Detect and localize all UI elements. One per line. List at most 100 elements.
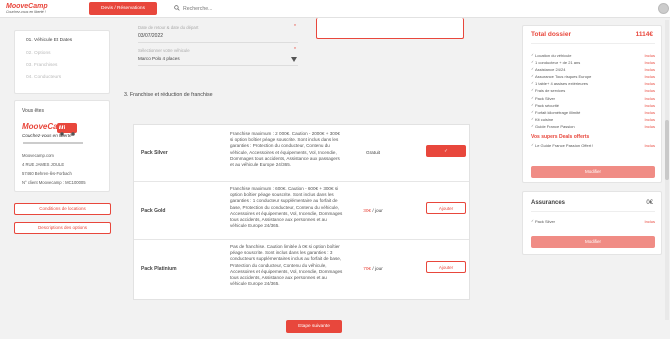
agency-client-number: N° client Moovecamp : MC100005 — [22, 180, 86, 185]
step-franchises[interactable]: 03. Franchises — [26, 63, 57, 68]
check-icon: ✓ — [531, 117, 534, 121]
pack-description: Pas de franchise. Caution limitée à 0€ s… — [230, 244, 343, 287]
assurance-line: ✓ Pack Silver Inclus — [531, 219, 655, 225]
modify-total-button[interactable]: Modifier — [531, 166, 655, 178]
franchise-table: Pack Silver Franchise maximum : 2 000€. … — [133, 124, 470, 300]
assurances-title: Assurances — [531, 200, 566, 206]
summary-line: ✓ Assistance 24/24 Inclus — [531, 67, 655, 73]
section-title: 3. Franchise et réduction de franchise — [124, 92, 213, 98]
summary-line-label: Forfait kilométrage illimité — [535, 110, 581, 115]
pack-price-amount: 70€ — [363, 266, 372, 271]
vehicle-select[interactable]: Sélectionner votre véhicule Marco Polo 4… — [138, 48, 298, 66]
summary-title: Total dossier — [531, 31, 571, 38]
deals-title: Vos supers Deals offerts — [531, 134, 590, 140]
deal-line: ✓ Le Guide France Passion Offert ! Inclus — [531, 143, 655, 149]
check-icon: ✓ — [531, 81, 534, 85]
pack-price-amount: 30€ — [363, 208, 372, 213]
conditions-button[interactable]: Conditions de locations — [14, 203, 111, 215]
agency-site: Moovecamp.com — [22, 153, 54, 158]
summary-line: ✓ Frais de services Inclus — [531, 88, 655, 94]
summary-line: ✓ Forfait kilométrage illimité Inclus — [531, 110, 655, 116]
table-row: Pack Silver Franchise maximum : 2 000€. … — [134, 125, 469, 182]
agency-logo-tagline: Couchez-vous en liberté — [22, 133, 72, 138]
table-row: Pack Platinium Pas de franchise. Caution… — [134, 240, 469, 299]
agency-address-line2: 57460 Behren-lès-Forbach — [22, 171, 72, 176]
top-bar: MooveCamp Couchez-vous en liberté ! Devi… — [0, 0, 670, 18]
summary-line: ✓ Kit cuisine Inclus — [531, 117, 655, 123]
required-marker: * — [294, 24, 296, 30]
date-value: 03/07/2022 — [138, 33, 164, 39]
add-pack-button[interactable]: Ajouter — [426, 202, 466, 214]
pack-price-label: Gratuit — [365, 150, 381, 155]
date-info-panel — [316, 18, 464, 39]
summary-line-label: Kit cuisine — [535, 117, 554, 122]
modify-assurances-button[interactable]: Modifier — [531, 236, 655, 248]
pack-price: Gratuit — [348, 150, 398, 155]
summary-line-label: Assurance Tous risques Europe — [535, 74, 592, 79]
total-summary-card: Total dossier 1114€ ✓ Location du véhicul… — [522, 25, 662, 183]
summary-line-label: 1 table+ 4 assises extérieures — [535, 81, 589, 86]
summary-line-label: Frais de services — [535, 88, 566, 93]
brand-tagline: Couchez-vous en liberté ! — [6, 10, 46, 14]
summary-line-value: Inclus — [644, 74, 655, 79]
assurances-card: Assurances 0€ ✓ Pack Silver Inclus Modifie… — [522, 191, 662, 255]
step-options[interactable]: 02. Options — [26, 51, 51, 56]
summary-line-value: Inclus — [644, 110, 655, 115]
summary-line-value: Inclus — [644, 124, 655, 129]
summary-line-value: Inclus — [644, 60, 655, 65]
deal-line-value: Inclus — [644, 143, 655, 148]
summary-line: ✓ 1 conducteur + de 21 ans Inclus — [531, 60, 655, 66]
summary-line-label: Pack Silver — [535, 96, 556, 101]
assurances-total: 0€ — [646, 200, 653, 206]
add-pack-button[interactable]: Ajouter — [426, 261, 466, 273]
vehicle-label: Sélectionner votre véhicule — [138, 48, 190, 53]
pack-description: Franchise maximum : 2 000€. Caution - 20… — [230, 131, 340, 168]
pack-selected-button[interactable]: ✓ — [426, 145, 466, 157]
assurance-line-label: Pack Silver — [535, 219, 556, 224]
step-vehicule-dates[interactable]: 01. Véhicule Et Dates — [26, 38, 72, 43]
agency-logo-text: MooveCamp — [22, 122, 70, 131]
moovecamp-logo[interactable]: MooveCamp Couchez-vous en liberté ! — [6, 3, 50, 14]
check-icon: ✓ — [531, 88, 534, 92]
chevron-down-icon — [291, 57, 297, 62]
check-icon: ✓ — [531, 67, 534, 71]
pack-price-unit: / jour — [372, 208, 383, 213]
date-label: Date de retour & date du départ — [138, 25, 199, 30]
check-icon: ✓ — [531, 219, 534, 223]
summary-line-label: 1 conducteur + de 21 ans — [535, 60, 581, 65]
check-icon: ✓ — [531, 124, 534, 128]
devis-reservations-button[interactable]: Devis / Réservations — [89, 2, 157, 15]
summary-line: ✓ Location du véhicule Inclus — [531, 53, 655, 59]
summary-line-value: Inclus — [644, 53, 655, 58]
summary-line-label: Location du véhicule — [535, 53, 572, 58]
pack-price: 30€ / jour — [348, 208, 398, 213]
descriptions-button[interactable]: Descriptions des options — [14, 222, 111, 234]
check-icon: ✓ — [531, 96, 534, 100]
search-icon — [174, 5, 180, 11]
summary-line-value: Inclus — [644, 81, 655, 86]
step-conducteurs[interactable]: 04. Conducteurs — [26, 75, 61, 80]
check-icon: ✓ — [531, 53, 534, 57]
agency-address-line1: 4 RUE JAMES JOULE — [22, 162, 65, 167]
date-field[interactable]: Date de retour & date du départ 03/07/20… — [138, 25, 298, 43]
pack-description: Franchise maximum : 600€. Caution - 600€… — [230, 186, 343, 229]
summary-line-label: Guide France Passion — [535, 124, 575, 129]
summary-line-label: Pack sécurité — [535, 103, 560, 108]
summary-total: 1114€ — [635, 31, 653, 38]
agency-title: Vous êtes — [22, 108, 44, 114]
vehicle-value: Marco Polo 4 places — [138, 56, 180, 61]
next-step-button[interactable]: Etape suivante — [286, 320, 342, 333]
check-icon: ✓ — [531, 60, 534, 64]
pack-price-unit: / jour — [372, 266, 383, 271]
check-icon: ✓ — [531, 74, 534, 78]
pack-name: Pack Silver — [141, 150, 168, 156]
search-input[interactable] — [183, 4, 263, 13]
summary-line: ✓ Pack Silver Inclus — [531, 96, 655, 102]
divider — [531, 43, 655, 44]
summary-line-value: Inclus — [644, 103, 655, 108]
summary-line-value: Inclus — [644, 88, 655, 93]
pack-price: 70€ / jour — [348, 266, 398, 271]
table-row: Pack Gold Franchise maximum : 600€. Caut… — [134, 182, 469, 240]
avatar[interactable] — [658, 3, 669, 14]
scrollbar-thumb[interactable] — [665, 120, 669, 180]
